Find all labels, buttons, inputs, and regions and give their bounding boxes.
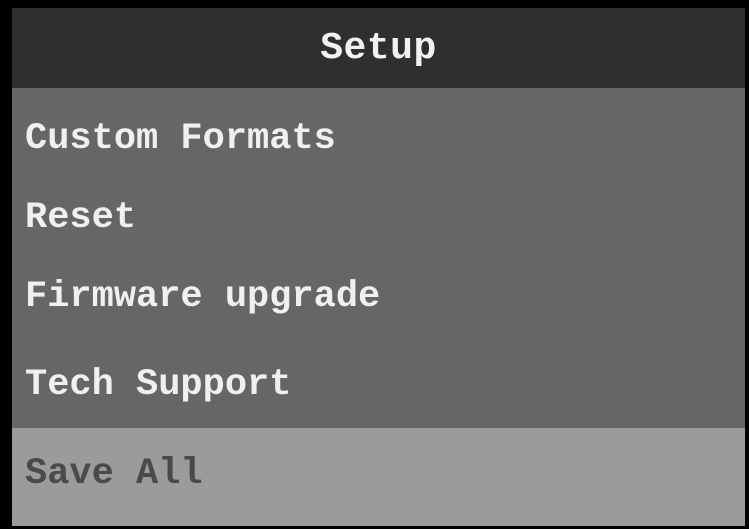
menu-item-custom-formats[interactable]: Custom Formats [12,88,745,184]
menu-item-label: Firmware upgrade [25,276,381,318]
setup-menu: Custom Formats Reset Firmware upgrade Te… [12,88,745,526]
menu-item-reset[interactable]: Reset [12,184,745,252]
menu-item-save-all[interactable]: Save All [12,428,745,526]
page-title: Setup [320,26,437,70]
menu-item-label: Reset [25,197,137,239]
menu-item-firmware-upgrade[interactable]: Firmware upgrade [12,252,745,342]
title-bar: Setup [12,8,745,88]
device-screen: Setup Custom Formats Reset Firmware upgr… [0,0,749,529]
menu-item-tech-support[interactable]: Tech Support [12,342,745,428]
menu-item-label: Save All [25,453,203,495]
menu-item-label: Custom Formats [25,118,336,160]
menu-item-label: Tech Support [25,364,292,406]
